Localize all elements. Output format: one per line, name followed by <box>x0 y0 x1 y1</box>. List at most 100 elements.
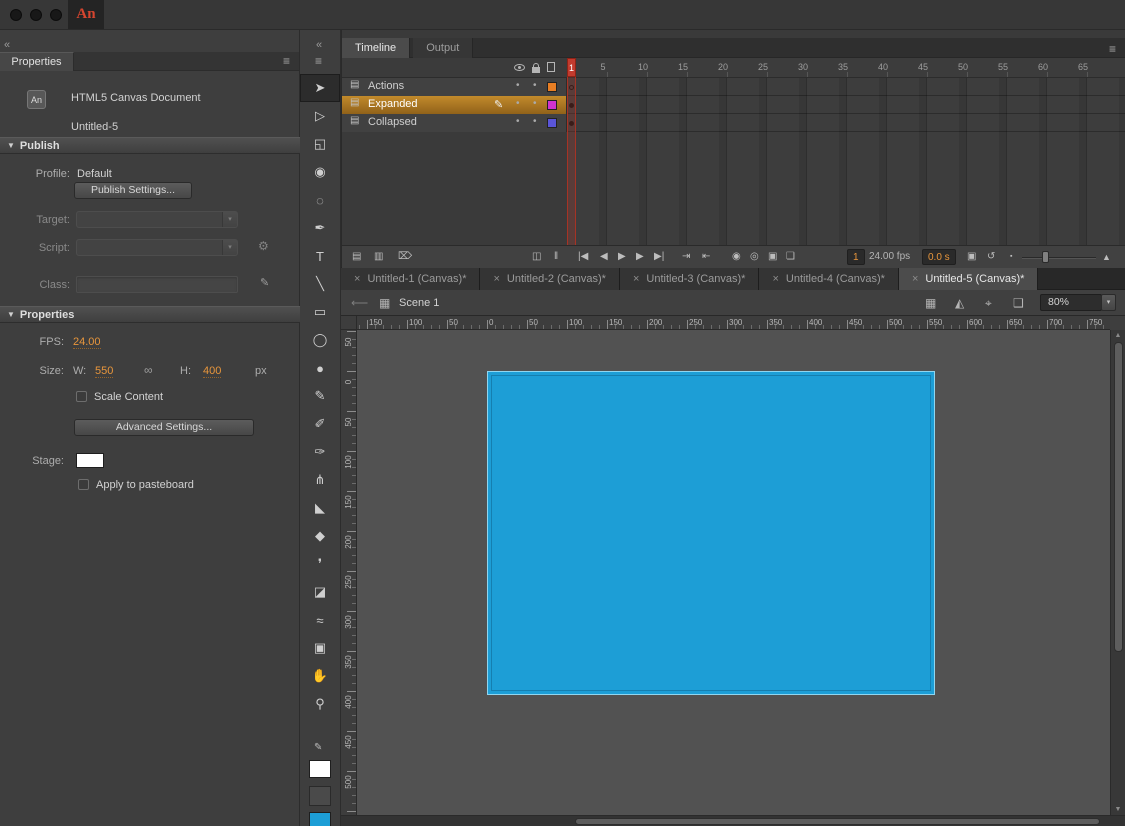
advanced-settings-button[interactable]: Advanced Settings... <box>74 419 254 436</box>
close-tab-icon[interactable]: × <box>912 273 918 285</box>
ink-bottle-tool[interactable]: ◆ <box>300 522 340 550</box>
collapse-tools-icon[interactable]: « <box>316 39 322 51</box>
close-tab-icon[interactable]: × <box>354 273 360 285</box>
onion-skin-outlines-button[interactable]: ◎ <box>750 249 759 265</box>
lasso-tool[interactable]: ◌ <box>300 186 340 214</box>
remove-frame-button[interactable]: ⇤ <box>702 249 710 265</box>
layer-name[interactable]: Collapsed <box>368 116 417 128</box>
layer-lock-dot[interactable]: • <box>533 116 537 127</box>
close-tab-icon[interactable]: × <box>493 273 499 285</box>
vertical-ruler[interactable]: 50050100150200250300350400450500 <box>341 330 357 815</box>
publish-settings-button[interactable]: Publish Settings... <box>74 182 192 199</box>
timeline-zoom-out-icon[interactable]: ▪ <box>1010 249 1012 265</box>
scroll-up-icon[interactable]: ▲ <box>1111 332 1125 339</box>
delete-layer-button[interactable]: ⌦ <box>398 249 412 265</box>
bone-tool[interactable]: ⋔ <box>300 466 340 494</box>
new-folder-button[interactable]: ▥ <box>374 249 383 265</box>
timeline-tab[interactable]: Output <box>413 38 473 58</box>
play-button[interactable]: ▶ <box>618 249 626 265</box>
snap-to-playhead-button[interactable]: ▣ <box>967 249 976 265</box>
step-forward-button[interactable]: ▶ <box>636 249 644 265</box>
timeline-layer-row[interactable]: ▤ Actions ✎ • • <box>342 78 1125 96</box>
width-value[interactable]: 550 <box>95 365 113 378</box>
edit-symbols-button[interactable]: ◭ <box>955 296 964 310</box>
tools-menu-icon[interactable]: ≡ <box>315 54 321 68</box>
document-tab[interactable]: × Untitled-1 (Canvas)* <box>341 268 480 290</box>
scroll-down-icon[interactable]: ▼ <box>1111 806 1125 813</box>
layer-visibility-dot[interactable]: • <box>516 80 520 91</box>
step-back-button[interactable]: ◀ <box>600 249 608 265</box>
frame-rate-indicator[interactable]: 24.00 fps <box>869 249 910 265</box>
scale-content-checkbox[interactable] <box>76 391 87 402</box>
gradient-transform-tool[interactable]: ◉ <box>300 158 340 186</box>
class-field[interactable] <box>76 276 238 293</box>
layer-name[interactable]: Expanded <box>368 98 418 110</box>
document-tab[interactable]: × Untitled-5 (Canvas)* <box>899 268 1038 290</box>
timeline-zoom-slider-thumb[interactable] <box>1042 251 1049 263</box>
close-window-button[interactable] <box>10 9 22 21</box>
stage-color-swatch[interactable] <box>76 453 104 468</box>
pause-button[interactable]: ‖ <box>554 249 558 265</box>
new-layer-button[interactable]: ▤ <box>352 249 361 265</box>
stage[interactable] <box>487 371 935 695</box>
onion-skin-button[interactable]: ◉ <box>732 249 741 265</box>
vertical-scrollbar[interactable]: ▲ ▼ <box>1110 330 1125 815</box>
show-hide-all-icon[interactable] <box>514 64 525 71</box>
pen-tool[interactable]: ✒ <box>300 214 340 242</box>
line-tool[interactable]: ╲ <box>300 270 340 298</box>
primitive-oval-tool[interactable]: ● <box>300 354 340 382</box>
stroke-color-swatch[interactable] <box>309 760 331 778</box>
layer-visibility-dot[interactable]: • <box>516 116 520 127</box>
timeline-zoom-slider[interactable] <box>1022 257 1096 259</box>
oval-tool[interactable]: ◯ <box>300 326 340 354</box>
eyedropper-tool[interactable]: ❜ <box>300 550 340 578</box>
panel-menu-icon[interactable]: ≡ <box>283 54 289 68</box>
pencil-tool[interactable]: ✎ <box>300 382 340 410</box>
elapsed-time-indicator[interactable]: 0.0 s <box>922 249 956 265</box>
zoom-dropdown-button[interactable]: ▾ <box>1101 294 1116 311</box>
layer-lock-dot[interactable]: • <box>533 80 537 91</box>
collapse-panel-icon[interactable]: « <box>4 39 10 51</box>
document-tab[interactable]: × Untitled-3 (Canvas)* <box>620 268 759 290</box>
layer-visibility-dot[interactable]: • <box>516 98 520 109</box>
center-frame-button[interactable]: ◫ <box>532 249 541 265</box>
minimize-window-button[interactable] <box>30 9 42 21</box>
lock-all-icon[interactable] <box>532 67 540 73</box>
timeline-layer-row[interactable]: ▤ Collapsed ✎ • • <box>342 114 1125 132</box>
outline-all-icon[interactable] <box>547 62 555 72</box>
fps-value[interactable]: 24.00 <box>73 336 101 349</box>
frame-number-header[interactable]: 5101520253035404550556065 <box>567 58 1125 78</box>
paint-bucket-tool[interactable]: ◣ <box>300 494 340 522</box>
paint-brush-tool[interactable]: ✑ <box>300 438 340 466</box>
eraser-tool[interactable]: ◪ <box>300 578 340 606</box>
document-tab[interactable]: × Untitled-4 (Canvas)* <box>759 268 898 290</box>
reset-timeline-zoom-button[interactable]: ↺ <box>987 249 995 265</box>
width-tool[interactable]: ≈ <box>300 606 340 634</box>
layer-color-swatch[interactable] <box>547 82 557 92</box>
horizontal-scrollbar[interactable] <box>341 815 1125 826</box>
close-tab-icon[interactable]: × <box>772 273 778 285</box>
vertical-scrollbar-thumb[interactable] <box>1114 342 1123 652</box>
fill-color-swatch[interactable] <box>309 812 331 826</box>
scene-name[interactable]: Scene 1 <box>399 297 439 309</box>
edit-multiple-frames-button[interactable]: ▣ <box>768 249 777 265</box>
class-edit-pencil-icon[interactable]: ✎ <box>260 276 269 289</box>
camera-tool[interactable]: ▣ <box>300 634 340 662</box>
layer-color-swatch[interactable] <box>547 118 557 128</box>
properties-section-header[interactable]: ▼Properties <box>0 306 300 323</box>
horizontal-ruler[interactable]: 1501005005010015020025030035040045050055… <box>357 316 1110 330</box>
rectangle-tool[interactable]: ▭ <box>300 298 340 326</box>
hand-tool[interactable]: ✋ <box>300 662 340 690</box>
timeline-zoom-in-icon[interactable]: ▲ <box>1102 249 1111 265</box>
document-tab[interactable]: × Untitled-2 (Canvas)* <box>480 268 619 290</box>
playhead[interactable]: 1 <box>567 58 576 77</box>
pasteboard[interactable] <box>357 330 1110 815</box>
link-dimensions-icon[interactable]: ∞ <box>144 363 153 377</box>
brush-tool[interactable]: ✐ <box>300 410 340 438</box>
selection-tool[interactable]: ➤ <box>300 74 340 102</box>
horizontal-scrollbar-thumb[interactable] <box>575 818 1100 825</box>
clip-content-button[interactable]: ❑ <box>1013 296 1024 310</box>
center-stage-button[interactable]: ⌖ <box>985 296 992 311</box>
insert-frame-button[interactable]: ⇥ <box>682 249 690 265</box>
script-dropdown[interactable]: ▾ <box>76 239 238 256</box>
